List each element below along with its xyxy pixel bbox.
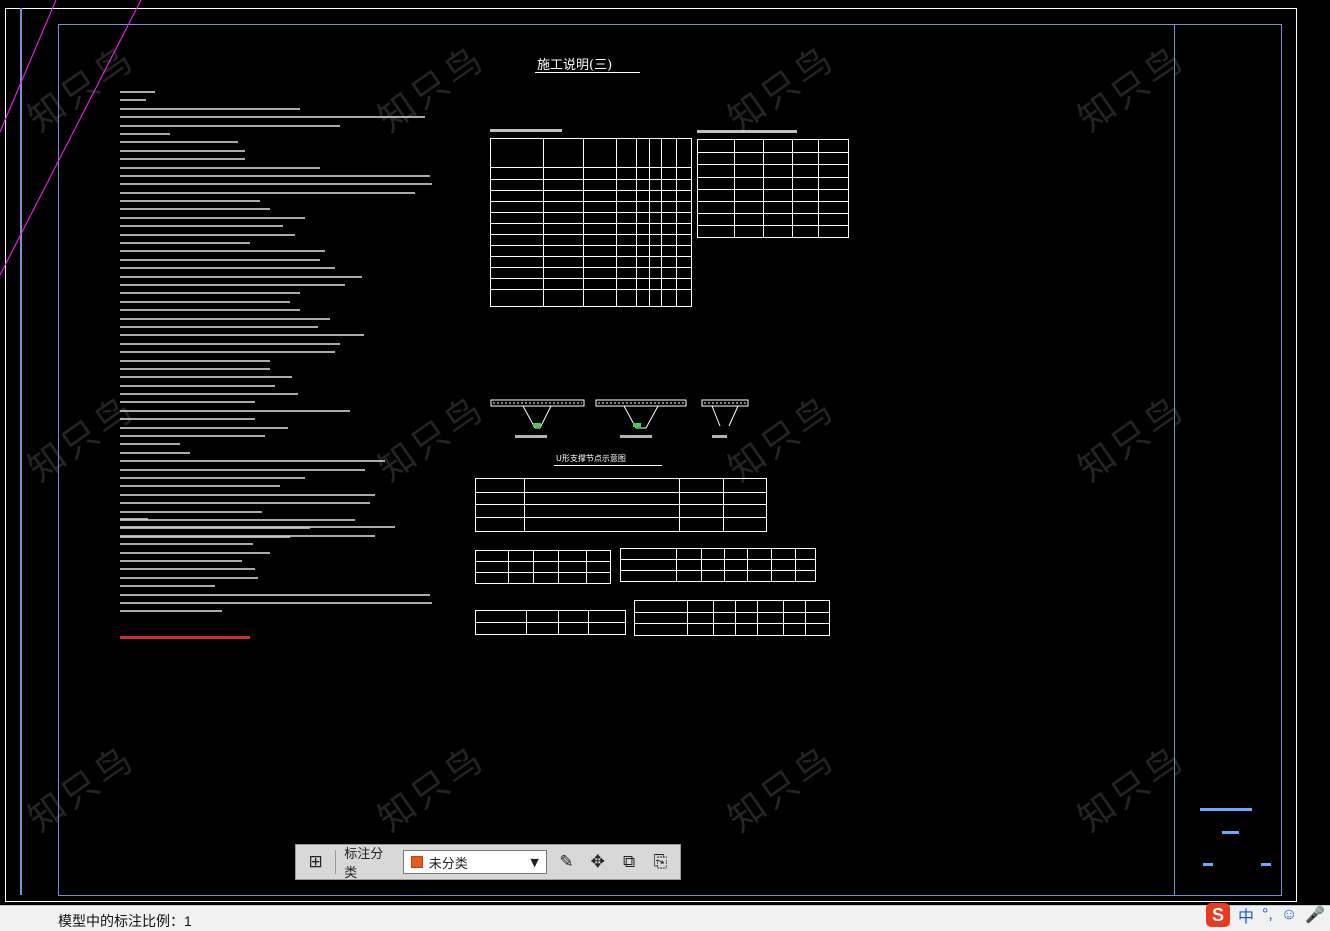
toolbar-divider	[335, 850, 337, 874]
red-construction-note	[120, 636, 440, 645]
small-table-4	[634, 600, 830, 636]
small-table-2	[620, 548, 816, 582]
annotation-category-label: 标注分类	[344, 846, 384, 880]
node-label	[712, 435, 727, 438]
small-table-1	[475, 550, 611, 584]
table-caption	[490, 129, 562, 132]
annotation-toolbar: ⊞ 标注分类 未分类 ▼ ✎ ✥ ⧉ ⎘	[295, 844, 681, 880]
title-block-label	[1203, 863, 1213, 866]
move-icon[interactable]: ✥	[586, 850, 609, 874]
status-bar: 模型中的标注比例：1	[0, 905, 1330, 931]
input-method-toolbar[interactable]: S 中 °, ☺ 🎤	[1206, 901, 1330, 929]
u-support-node-diagram	[490, 399, 749, 429]
microphone-icon[interactable]: 🎤	[1305, 905, 1325, 925]
material-table-main	[490, 138, 692, 307]
annotation-category-select[interactable]: 未分类 ▼	[402, 850, 547, 874]
copy-icon[interactable]: ⧉	[617, 850, 640, 874]
emoji-icon[interactable]: ☺	[1281, 906, 1297, 924]
drawing-title: 施工说明(三)	[537, 58, 613, 73]
joint-diagram-title: U形支撑节点示意图	[556, 454, 626, 463]
grid-icon[interactable]: ⊞	[304, 850, 327, 874]
language-toggle[interactable]: 中	[1238, 903, 1254, 927]
title-block-label	[1222, 831, 1239, 834]
punctuation-toggle[interactable]: °,	[1262, 906, 1273, 924]
small-table-3	[475, 610, 626, 635]
joint-title-underline	[554, 465, 662, 466]
node-label	[620, 435, 652, 438]
title-block-frame	[1174, 24, 1282, 896]
sogou-icon[interactable]: S	[1206, 903, 1230, 927]
title-block-label	[1261, 863, 1271, 866]
annotation-scale-status: 模型中的标注比例：1	[58, 913, 192, 929]
title-block-label	[1200, 808, 1252, 811]
category-color-swatch	[410, 856, 423, 868]
node-label	[515, 435, 547, 438]
chevron-down-icon: ▼	[530, 855, 539, 869]
table-caption	[697, 130, 797, 133]
support-spacing-table	[475, 478, 767, 532]
material-table-secondary	[697, 139, 849, 238]
construction-notes-block-1	[120, 91, 440, 544]
construction-notes-block-2	[120, 518, 440, 619]
paste-icon[interactable]: ⎘	[649, 850, 672, 874]
edit-icon[interactable]: ✎	[555, 850, 578, 874]
title-underline	[535, 72, 640, 73]
selected-category-value: 未分类	[428, 856, 468, 872]
cad-drawing-canvas[interactable]: 知只鸟 知只鸟 知只鸟 知只鸟 知只鸟 知只鸟 知只鸟 知只鸟 知只鸟 知只鸟 …	[0, 0, 1330, 905]
